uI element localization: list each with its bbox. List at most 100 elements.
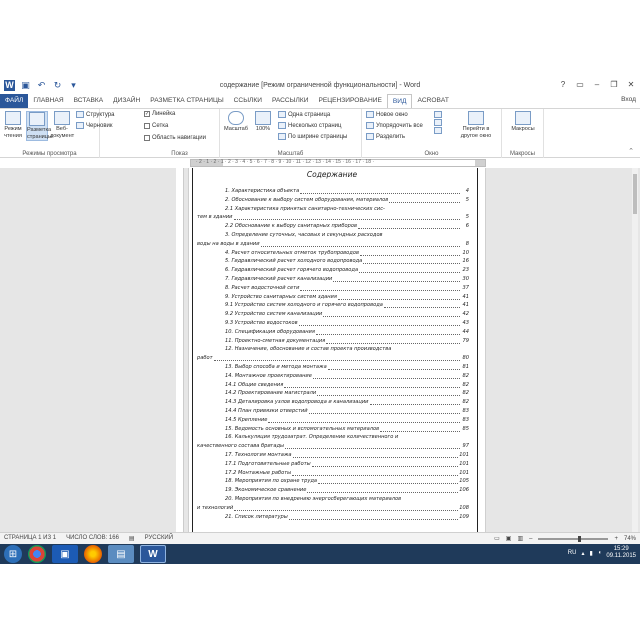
tab-file[interactable]: ФАЙЛ bbox=[0, 94, 29, 108]
view-side-by-side-icon[interactable] bbox=[434, 111, 442, 118]
toc-entry[interactable]: 14.5 Крепление 83 bbox=[225, 417, 469, 423]
split-button[interactable]: Разделить bbox=[366, 133, 405, 140]
new-window-button[interactable]: Новое окно bbox=[366, 111, 408, 118]
tray-arrow-icon[interactable]: ▴ bbox=[581, 550, 584, 557]
minimize-button[interactable]: – bbox=[590, 79, 604, 91]
toc-entry[interactable]: качественного состава бригады 97 bbox=[197, 443, 469, 450]
close-button[interactable]: ✕ bbox=[624, 79, 638, 91]
input-language[interactable]: RU bbox=[568, 550, 577, 556]
toc-entry[interactable]: 18. Мероприятия по охране труда 105 bbox=[225, 478, 469, 485]
toc-entry[interactable]: 17. Технология монтажа 101 bbox=[225, 452, 469, 458]
zoom-out-button[interactable]: – bbox=[529, 536, 532, 542]
help-icon[interactable]: ? bbox=[556, 79, 570, 91]
toc-entry[interactable]: воды на воды в здании 8 bbox=[197, 241, 469, 247]
toc-entry[interactable]: 12. Назначение, обоснование и состав про… bbox=[225, 346, 469, 352]
toc-entry[interactable]: 14.3 Деталировка узлов водопровода и кан… bbox=[225, 399, 469, 406]
ruler-checkbox[interactable]: ✓ Линейка bbox=[144, 111, 175, 117]
scrollbar-thumb[interactable] bbox=[633, 174, 637, 214]
toc-entry[interactable]: 16. Калькуляция трудозатрат. Определение… bbox=[225, 434, 469, 440]
network-icon[interactable]: ▮ bbox=[589, 550, 592, 557]
one-page-button[interactable]: Одна страница bbox=[278, 111, 330, 118]
toc-entry[interactable]: 5. Гидравлический расчет холодного водоп… bbox=[225, 258, 469, 265]
zoom-slider[interactable] bbox=[538, 535, 609, 542]
sign-in-link[interactable]: Вход bbox=[621, 96, 636, 103]
zoom-level[interactable]: 74% bbox=[624, 536, 636, 542]
toc-entry[interactable]: 6. Гидравлический расчет горячего водопр… bbox=[225, 267, 469, 274]
print-layout-button[interactable]: Разметка страницы bbox=[26, 111, 52, 141]
arrange-all-button[interactable]: Упорядочить все bbox=[366, 122, 423, 129]
collapse-ribbon-icon[interactable]: ⌃ bbox=[628, 147, 634, 155]
read-mode-button[interactable]: Режим чтения bbox=[2, 111, 24, 139]
save-app-icon[interactable]: ▣ bbox=[52, 545, 78, 563]
zoom-slider-knob[interactable] bbox=[578, 535, 582, 542]
tab-view[interactable]: ВИД bbox=[386, 93, 413, 109]
toc-entry[interactable]: 9.2 Устройство систем канализации 42 bbox=[225, 311, 469, 318]
toc-entry[interactable]: 14. Монтажное проектирование 82 bbox=[225, 373, 469, 379]
page-width-button[interactable]: По ширине страницы bbox=[278, 133, 347, 140]
web-layout-button[interactable]: Веб-документ bbox=[50, 111, 74, 139]
spellcheck-icon[interactable]: ▤ bbox=[129, 535, 135, 542]
toc-entry[interactable]: 17.1 Подготовительные работы 101 bbox=[225, 461, 469, 467]
tab-references[interactable]: ССЫЛКИ bbox=[229, 94, 267, 108]
horizontal-ruler[interactable]: · 2 · 1 · 2 · 1 · 2 · 3 · 4 · 5 · 6 · 7 … bbox=[0, 158, 640, 168]
ribbon-display-icon[interactable]: ▭ bbox=[573, 79, 587, 91]
word-icon[interactable]: W bbox=[140, 545, 166, 563]
chrome-icon[interactable] bbox=[28, 545, 46, 563]
document-page[interactable]: Содержание 1. Характеристика объекта 4 2. … bbox=[188, 168, 486, 532]
page-count[interactable]: СТРАНИЦА 1 ИЗ 1 bbox=[4, 535, 56, 542]
toc-entry[interactable]: 14.4 План привязки отверстий 83 bbox=[225, 408, 469, 414]
volume-icon[interactable]: ◖ bbox=[598, 550, 602, 556]
toc-entry[interactable]: 2.2 Обоснование к выбору санитарных приб… bbox=[225, 223, 469, 230]
reset-window-position-icon[interactable] bbox=[434, 127, 442, 134]
grid-checkbox[interactable]: Сетка bbox=[144, 123, 168, 129]
tab-home[interactable]: ГЛАВНАЯ bbox=[28, 94, 68, 108]
vertical-scrollbar[interactable] bbox=[632, 168, 638, 532]
windows-start-icon[interactable]: ⊞ bbox=[4, 545, 22, 563]
tab-page-layout[interactable]: РАЗМЕТКА СТРАНИЦЫ bbox=[145, 94, 228, 108]
synchronous-scrolling-icon[interactable] bbox=[434, 119, 442, 126]
toc-entry[interactable]: 9.3 Устройство водостоков 43 bbox=[225, 320, 469, 326]
word-count[interactable]: ЧИСЛО СЛОВ: 166 bbox=[66, 535, 119, 542]
explorer-icon[interactable]: ▤ bbox=[108, 545, 134, 563]
tab-review[interactable]: РЕЦЕНЗИРОВАНИЕ bbox=[313, 94, 386, 108]
toc-entry[interactable]: 9. Устройство санитарных систем здания 41 bbox=[225, 294, 469, 300]
macros-button[interactable]: Макросы bbox=[508, 111, 538, 133]
restore-button[interactable]: ❐ bbox=[607, 79, 621, 91]
print-layout-status-icon[interactable]: ▣ bbox=[506, 535, 512, 542]
vertical-ruler[interactable] bbox=[176, 168, 184, 532]
toc-entry[interactable]: 17.2 Монтажные работы 101 bbox=[225, 470, 469, 476]
toc-entry[interactable]: 14.2 Проектирование магистрали 82 bbox=[225, 390, 469, 397]
toc-entry[interactable]: 21. Список литературы 109 bbox=[225, 514, 469, 520]
toc-entry[interactable]: тем в здании 5 bbox=[197, 214, 469, 221]
navigation-pane-checkbox[interactable]: Область навигации bbox=[144, 135, 206, 141]
language[interactable]: РУССКИЙ bbox=[145, 535, 173, 542]
toc-entry[interactable]: 14.1 Общие сведения 82 bbox=[225, 382, 469, 388]
toc-entry[interactable]: 11. Проектно-сметная документация 79 bbox=[225, 338, 469, 344]
toc-entry[interactable]: 3. Определение суточных, часовых и секун… bbox=[225, 232, 469, 238]
zoom-button[interactable]: Масштаб bbox=[222, 111, 250, 133]
toc-entry[interactable]: 8. Расчет водосточной сети 37 bbox=[225, 285, 469, 291]
multiple-pages-button[interactable]: Несколько страниц bbox=[278, 122, 341, 129]
toc-entry[interactable]: 9.1 Устройство систем холодного и горяче… bbox=[225, 302, 469, 309]
clock[interactable]: 15:29 09.11.2015 bbox=[606, 546, 636, 560]
toc-entry[interactable]: 7. Гидравлический расчет канализации 30 bbox=[225, 276, 469, 282]
switch-windows-button[interactable]: Перейти в другое окно bbox=[458, 111, 494, 139]
zoom-100-button[interactable]: 100% bbox=[252, 111, 274, 133]
toc-entry[interactable]: 10. Спецификация оборудования 44 bbox=[225, 329, 469, 335]
tab-design[interactable]: ДИЗАЙН bbox=[108, 94, 145, 108]
toc-entry[interactable]: 1. Характеристика объекта 4 bbox=[225, 188, 469, 194]
web-layout-status-icon[interactable]: ▥ bbox=[517, 535, 523, 542]
tab-mailings[interactable]: РАССЫЛКИ bbox=[267, 94, 313, 108]
toc-entry[interactable]: 2. Обоснование к выбору систем оборудова… bbox=[225, 197, 469, 203]
toc-entry[interactable]: работ 80 bbox=[197, 355, 469, 362]
firefox-icon[interactable] bbox=[84, 545, 102, 563]
read-mode-status-icon[interactable]: ▭ bbox=[494, 535, 500, 542]
toc-entry[interactable]: 4. Расчет относительных отметок трубопро… bbox=[225, 250, 469, 256]
zoom-in-button[interactable]: + bbox=[614, 536, 618, 542]
toc-entry[interactable]: 20. Мероприятия по внедрению энергосбере… bbox=[225, 496, 469, 502]
toc-entry[interactable]: 19. Экономическое сравнение 106 bbox=[225, 487, 469, 494]
toc-entry[interactable]: 13. Выбор способа и метода монтажа 81 bbox=[225, 364, 469, 370]
tab-insert[interactable]: ВСТАВКА bbox=[69, 94, 109, 108]
tab-acrobat[interactable]: ACROBAT bbox=[412, 94, 453, 108]
draft-button[interactable]: Черновик bbox=[76, 122, 113, 129]
